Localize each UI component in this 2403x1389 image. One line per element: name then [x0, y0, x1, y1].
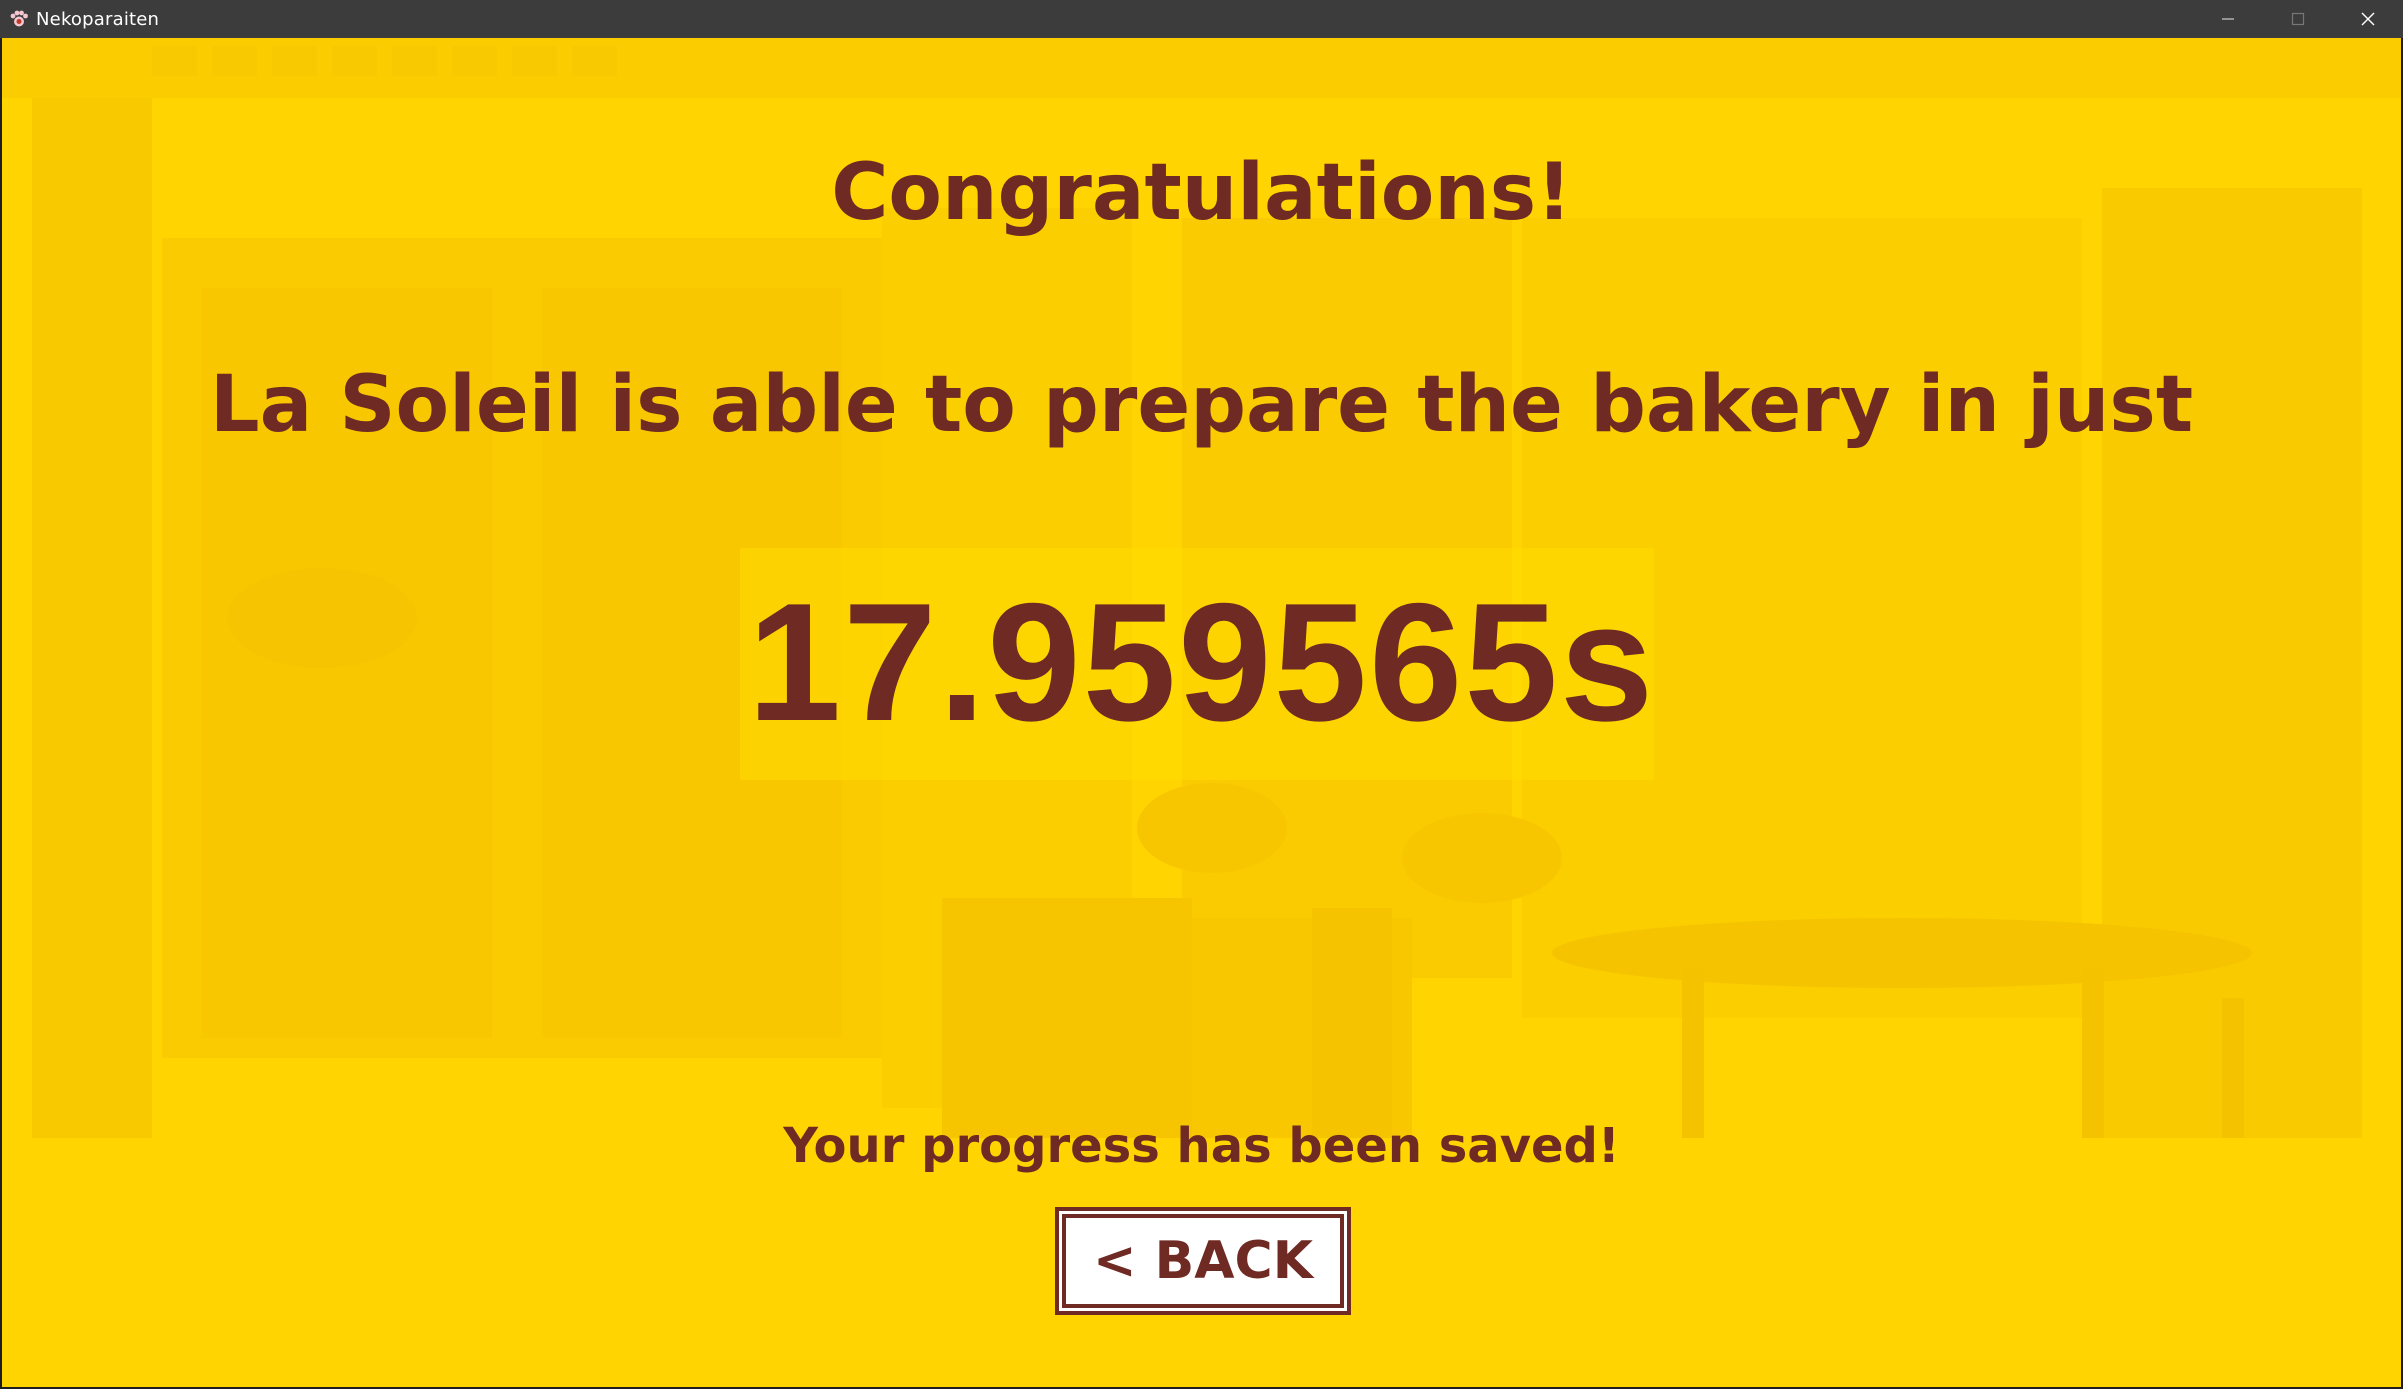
paw-icon: [9, 9, 29, 29]
game-viewport: Congratulations! La Soleil is able to pr…: [2, 38, 2401, 1387]
congratulations-heading: Congratulations!: [831, 148, 1572, 238]
maximize-icon: [2291, 12, 2305, 26]
maximize-button[interactable]: [2263, 0, 2333, 38]
close-button[interactable]: [2333, 0, 2403, 38]
app-window: Nekoparaiten Congratulations! La Soleil …: [0, 0, 2403, 1389]
minimize-icon: [2222, 18, 2234, 20]
window-controls: [2193, 0, 2403, 38]
progress-saved-notice: Your progress has been saved!: [783, 1118, 1620, 1174]
minimize-button[interactable]: [2193, 0, 2263, 38]
completion-time: 17.959565s: [747, 568, 1656, 756]
close-icon: [2361, 12, 2375, 26]
window-title: Nekoparaiten: [36, 8, 160, 30]
title-bar[interactable]: Nekoparaiten: [0, 0, 2403, 38]
back-button[interactable]: < BACK: [1059, 1211, 1347, 1311]
result-message: La Soleil is able to prepare the bakery …: [209, 360, 2194, 450]
